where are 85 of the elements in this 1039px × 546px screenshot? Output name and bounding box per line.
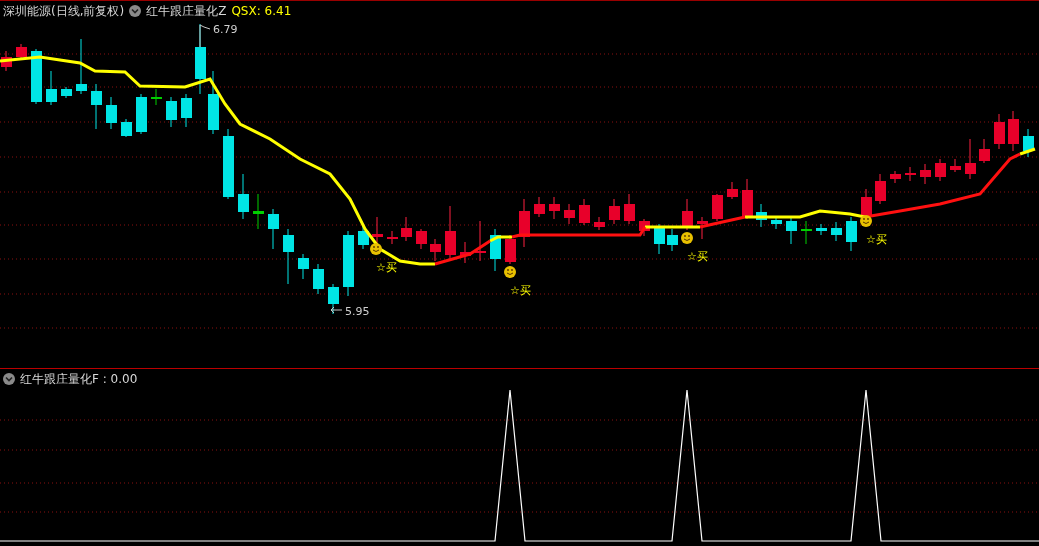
candlestick: [268, 209, 279, 250]
candlestick: [475, 221, 486, 262]
candlestick: [181, 94, 192, 128]
candlestick: [831, 222, 842, 242]
candlestick: [151, 89, 162, 106]
candlestick: [91, 84, 102, 130]
smiley-icon: [504, 266, 516, 279]
candlestick: [31, 49, 42, 105]
candlestick: [639, 219, 650, 237]
candlestick: [328, 284, 339, 315]
candlestick: [1, 51, 12, 72]
candlestick: [76, 39, 87, 95]
candlestick: [609, 199, 620, 225]
candlestick: [771, 217, 782, 230]
candlestick: [387, 231, 398, 245]
dropdown-icon[interactable]: [3, 373, 15, 386]
arrow-icon: [330, 307, 343, 314]
indicator-name: 红牛跟庄量化Z: [146, 2, 227, 20]
candlestick: [1008, 111, 1019, 152]
candlestick: [106, 97, 117, 130]
price-label: 6.79: [213, 23, 238, 37]
candlestick: [801, 221, 812, 245]
candlestick: [46, 71, 57, 106]
smiley-icon: [370, 243, 382, 256]
candlestick: [712, 194, 723, 222]
candlestick: [61, 87, 72, 99]
candlestick: [505, 235, 516, 265]
stock-title: 深圳能源(日线,前复权): [3, 2, 125, 20]
candlestick: [697, 217, 708, 240]
candlestick: [136, 94, 147, 135]
candlestick: [905, 167, 916, 182]
candlestick: [358, 224, 369, 250]
buy-signal-label: ☆买: [510, 284, 531, 298]
buy-signal-label: ☆买: [376, 261, 397, 275]
buy-signal-label: ☆买: [866, 233, 887, 247]
candlestick: [890, 171, 901, 184]
candlestick: [343, 231, 354, 297]
candlestick: [786, 217, 797, 245]
candlestick: [594, 217, 605, 231]
candlestick: [1023, 129, 1034, 158]
candlestick: [727, 182, 738, 200]
candlestick: [564, 204, 575, 225]
candlestick: [166, 97, 177, 128]
candlestick: [935, 159, 946, 182]
candlestick: [667, 229, 678, 252]
candlestick: [682, 199, 693, 231]
candlestick: [445, 206, 456, 260]
candlestick: [253, 194, 264, 230]
smiley-icon: [860, 215, 872, 228]
candlestick: [846, 217, 857, 252]
candlestick: [460, 242, 471, 264]
candlestick: [223, 129, 234, 200]
candlestick: [624, 194, 635, 225]
candlestick: [534, 197, 545, 218]
candlestick: [654, 224, 665, 255]
candlestick: [416, 229, 427, 250]
candlestick: [579, 199, 590, 226]
candlestick: [121, 119, 132, 138]
candlestick: [979, 139, 990, 164]
smiley-icon: [681, 232, 693, 245]
indicator-name: 红牛跟庄量化F : 0.00: [20, 370, 138, 388]
candlestick: [313, 264, 324, 295]
candlestick: [208, 71, 219, 135]
candlestick: [195, 24, 206, 95]
candlestick: [950, 159, 961, 173]
indicator-value: QSX: 6.41: [231, 4, 292, 19]
candlestick: [490, 229, 501, 272]
arrow-icon: [199, 25, 211, 48]
candlestick: [756, 204, 767, 228]
candlestick: [430, 239, 441, 262]
dropdown-icon[interactable]: [129, 5, 142, 18]
candlestick: [965, 139, 976, 180]
buy-signal-label: ☆买: [687, 250, 708, 264]
candlestick: [298, 254, 309, 280]
candlestick: [401, 217, 412, 242]
candlestick: [875, 174, 886, 205]
candlestick: [920, 164, 931, 185]
candlestick: [994, 114, 1005, 150]
candlestick: [283, 229, 294, 285]
candlestick: [16, 44, 27, 60]
candlestick: [519, 199, 530, 248]
candlestick: [549, 197, 560, 220]
candlestick: [816, 224, 827, 236]
candlestick: [238, 174, 249, 220]
price-label: 5.95: [345, 305, 370, 319]
